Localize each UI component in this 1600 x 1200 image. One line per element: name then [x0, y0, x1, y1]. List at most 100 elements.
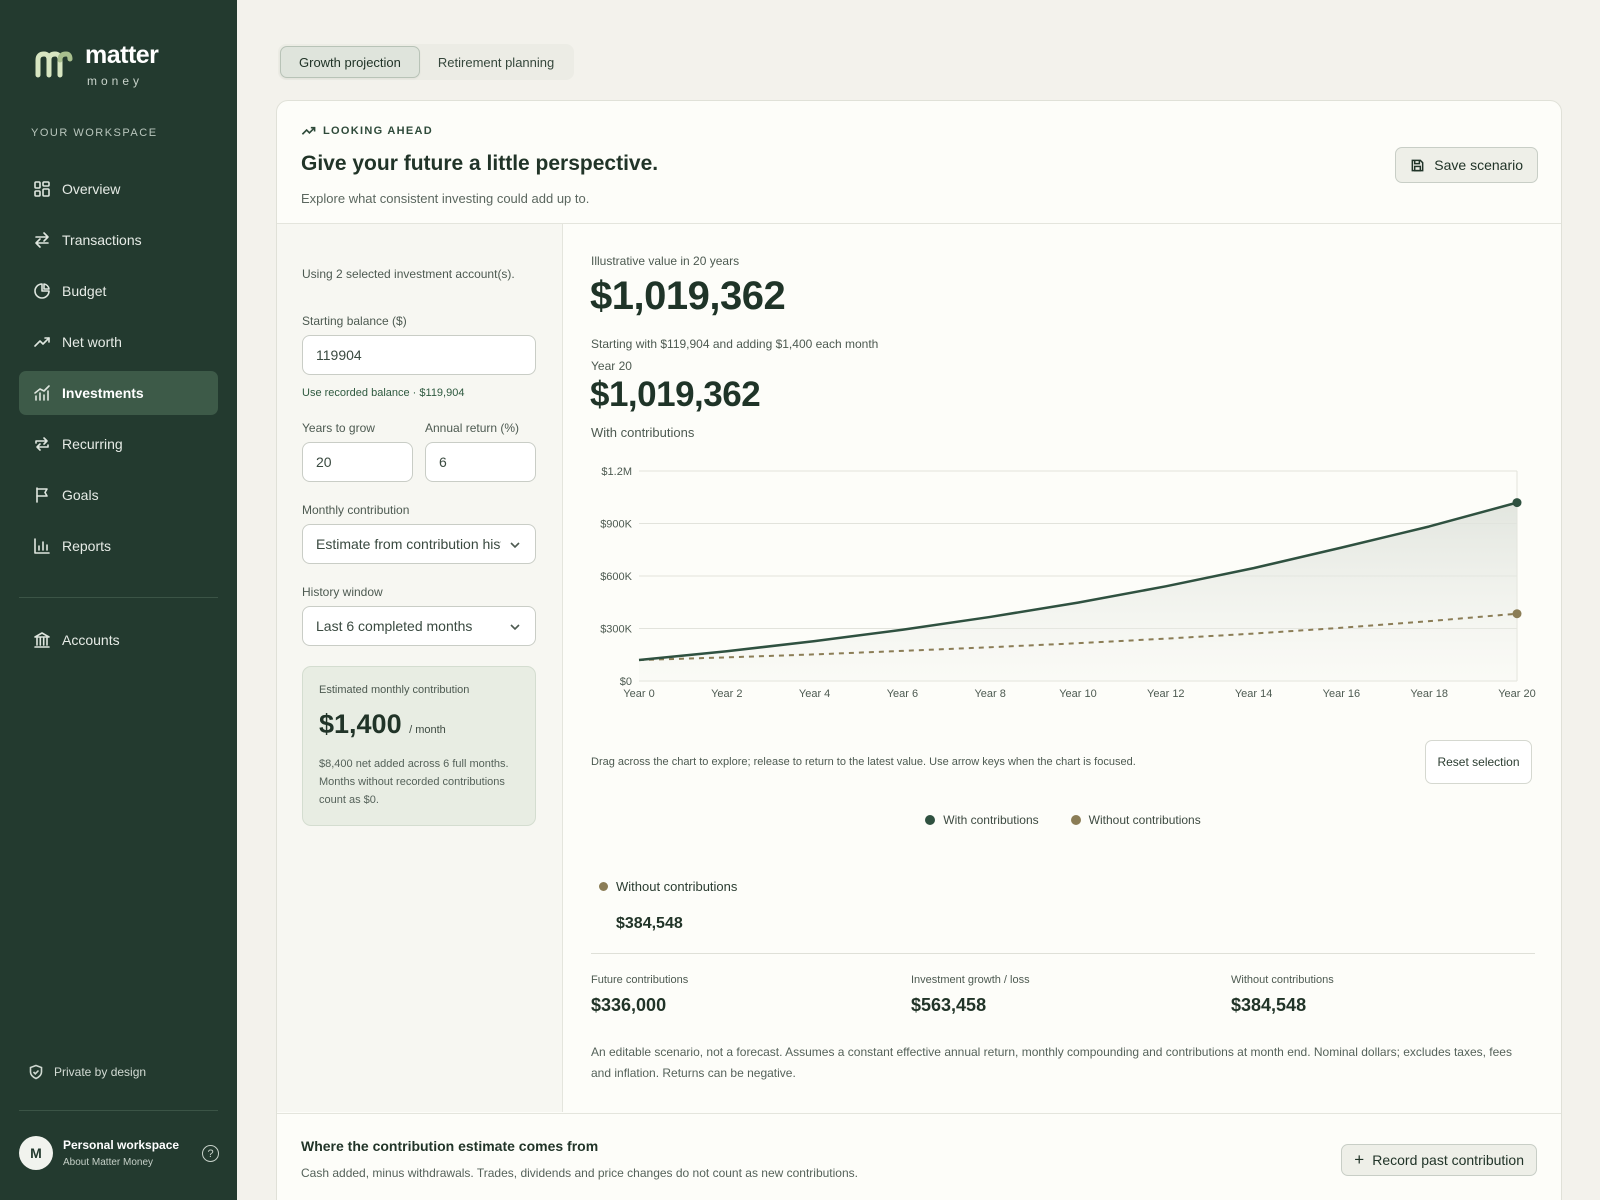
- projection-chart-svg[interactable]: $0 $300K $600K $900K $1.2M Year 0 Year 2 Year 4…: [581, 456, 1541, 726]
- estimate-value: $1,400 / month: [319, 709, 446, 740]
- x-tick-label: Year 20: [1498, 688, 1536, 700]
- save-scenario-button[interactable]: Save scenario: [1395, 147, 1538, 183]
- y-tick-label: $1.2M: [601, 466, 632, 478]
- contribution-select[interactable]: Estimate from contribution history: [302, 524, 536, 564]
- chart-icon: [33, 384, 51, 402]
- sidebar-item-label: Overview: [62, 181, 121, 197]
- profile[interactable]: M Personal workspace About Matter Money …: [19, 1136, 219, 1170]
- without-dot: [599, 882, 608, 891]
- contribution-source-section: Where the contribution estimate comes fr…: [277, 1113, 1561, 1200]
- chart-drag-note: Drag across the chart to explore; releas…: [591, 756, 1136, 768]
- x-tick-label: Year 10: [1059, 688, 1097, 700]
- sidebar-item-label: Transactions: [62, 232, 142, 248]
- grid-icon: [33, 180, 51, 198]
- profile-sub: About Matter Money: [63, 1157, 154, 1168]
- bar-icon: [33, 537, 51, 555]
- return-label: Annual return (%): [425, 421, 520, 435]
- sidebar-item-investments[interactable]: Investments: [19, 371, 218, 415]
- section-title: Where the contribution estimate comes fr…: [301, 1138, 599, 1154]
- profile-name: Personal workspace: [63, 1138, 180, 1152]
- bank-icon: [33, 631, 51, 649]
- stat-label: Without contributions: [1231, 974, 1334, 986]
- selected-series-label: With contributions: [591, 425, 695, 440]
- estimated-contribution-box: Estimated monthly contribution $1,400 / …: [302, 666, 536, 826]
- section-subtitle: Cash added, minus withdrawals. Trades, d…: [301, 1166, 858, 1180]
- x-tick-label: Year 14: [1235, 688, 1273, 700]
- tab-growth-projection[interactable]: Growth projection: [280, 46, 420, 78]
- sidebar-item-label: Investments: [62, 385, 144, 401]
- without-value: $384,548: [616, 915, 683, 932]
- sidebar-item-label: Recurring: [62, 436, 123, 452]
- x-tick-label: Year 4: [799, 688, 830, 700]
- arrows-icon: [33, 231, 51, 249]
- x-tick-label: Year 2: [711, 688, 742, 700]
- projection-chart[interactable]: $0 $300K $600K $900K $1.2M Year 0 Year 2 Year 4…: [581, 456, 1541, 726]
- help-icon[interactable]: ?: [202, 1145, 219, 1162]
- private-label: Private by design: [54, 1065, 147, 1079]
- starting-balance-input[interactable]: 119904: [302, 335, 536, 375]
- sidebar-divider: [19, 597, 218, 598]
- legend-dot: [925, 815, 936, 825]
- eyebrow: LOOKING AHEAD: [301, 123, 433, 138]
- sidebar-item-transactions[interactable]: Transactions: [19, 218, 218, 262]
- sidebar-item-label: Goals: [62, 487, 99, 503]
- stat-future-contributions: Future contributions $336,000: [591, 974, 688, 1016]
- sidebar-item-reports[interactable]: Reports: [19, 524, 218, 568]
- y-tick-label: $600K: [600, 571, 632, 583]
- record-past-contribution-button[interactable]: + Record past contribution: [1341, 1144, 1537, 1176]
- chevron-down-icon: [509, 620, 521, 632]
- record-label: Record past contribution: [1372, 1152, 1524, 1168]
- estimate-note: $8,400 net added across 6 full months. M…: [319, 758, 509, 806]
- legend-without-contributions: Without contributions: [1070, 813, 1201, 827]
- sidebar-item-accounts[interactable]: Accounts: [19, 618, 218, 662]
- brand-name: matter: [85, 41, 159, 69]
- use-recorded-balance-link[interactable]: Use recorded balance · $119,904: [302, 387, 464, 399]
- starting-balance-label: Starting balance ($): [302, 314, 407, 328]
- x-tick-label: Year 18: [1410, 688, 1448, 700]
- plus-icon: +: [1354, 1150, 1365, 1169]
- legend-label: With contributions: [943, 813, 1039, 827]
- estimate-label: Estimated monthly contribution: [319, 684, 470, 696]
- reset-selection-button[interactable]: Reset selection: [1425, 740, 1532, 784]
- area-with-contributions: [639, 502, 1517, 681]
- stat-value: $563,458: [911, 995, 987, 1015]
- selected-year-value: $1,019,362: [590, 375, 761, 414]
- chart-legend: With contributions Without contributions: [277, 813, 1561, 827]
- flag-icon: [33, 486, 51, 504]
- return-input[interactable]: 6: [425, 442, 536, 482]
- stat-label: Investment growth / loss: [911, 974, 1030, 986]
- page-title: Give your future a little perspective.: [301, 152, 659, 175]
- tab-bar: Growth projection Retirement planning: [278, 44, 575, 80]
- illustrative-value: $1,019,362: [590, 274, 786, 318]
- stat-label: Future contributions: [591, 974, 689, 986]
- x-tick-label: Year 12: [1147, 688, 1185, 700]
- illustrative-label: Illustrative value in 20 years: [591, 254, 740, 268]
- estimate-unit: / month: [409, 724, 446, 736]
- sidebar-item-net-worth[interactable]: Net worth: [19, 320, 218, 364]
- contribution-select-value: Estimate from contribution history: [316, 536, 501, 552]
- y-tick-label: $300K: [600, 624, 632, 636]
- sidebar-item-recurring[interactable]: Recurring: [19, 422, 218, 466]
- trend-icon: [301, 126, 316, 135]
- y-tick-label: $900K: [600, 519, 632, 531]
- workspace-label: YOUR WORKSPACE: [31, 127, 158, 139]
- logo[interactable]: matter money: [35, 41, 159, 88]
- sidebar-item-overview[interactable]: Overview: [19, 167, 218, 211]
- save-icon: [1411, 159, 1424, 171]
- point-with-contributions: [1512, 498, 1522, 508]
- trend-icon: [33, 333, 51, 351]
- chevron-down-icon: [509, 538, 521, 550]
- y-tick-label: $0: [620, 676, 632, 688]
- stat-value: $336,000: [591, 995, 667, 1015]
- tab-retirement-planning[interactable]: Retirement planning: [420, 46, 572, 78]
- point-without-contributions: [1512, 609, 1522, 619]
- sidebar-item-budget[interactable]: Budget: [19, 269, 218, 313]
- without-contributions-summary: Without contributions: [599, 879, 737, 894]
- sidebar-nav: Overview Transactions Budget Net worth I…: [19, 167, 218, 575]
- scenario-form: Using 2 selected investment account(s). …: [277, 224, 563, 1112]
- years-input[interactable]: 20: [302, 442, 413, 482]
- history-select[interactable]: Last 6 completed months: [302, 606, 536, 646]
- sidebar-item-goals[interactable]: Goals: [19, 473, 218, 517]
- pie-icon: [33, 282, 51, 300]
- growth-card: LOOKING AHEAD Give your future a little …: [276, 100, 1562, 1200]
